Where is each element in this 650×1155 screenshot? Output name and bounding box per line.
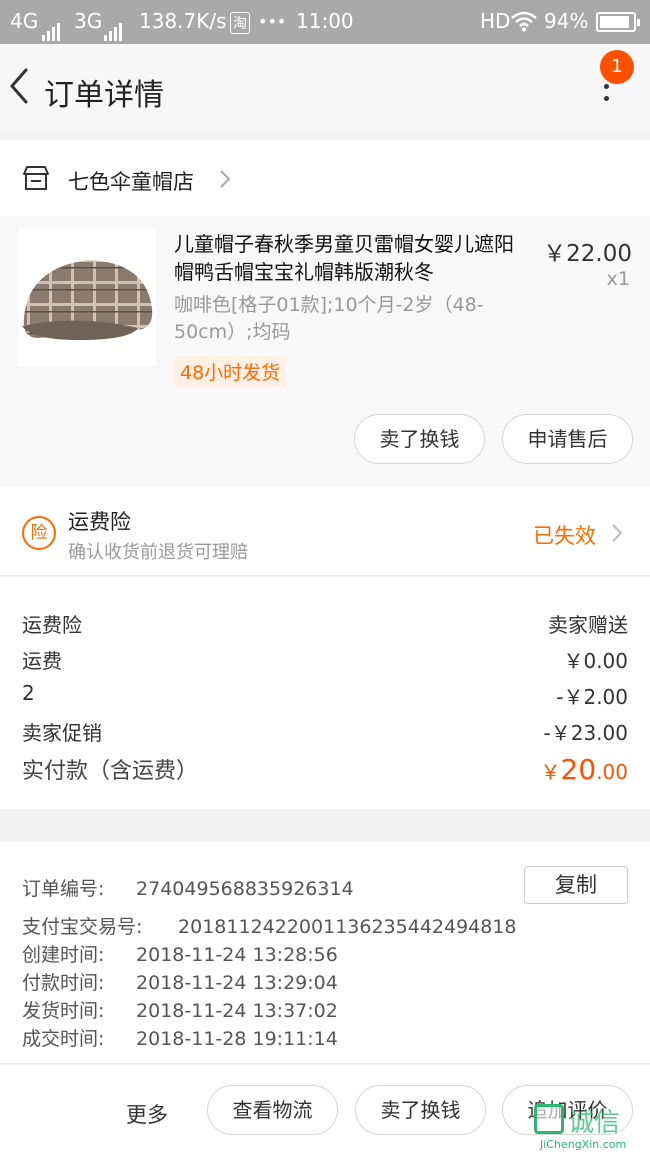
meta-label: 成交时间:	[22, 1028, 105, 1050]
fee-label: 运费	[22, 649, 62, 673]
fee-summary: 运费险 卖家赠送 运费 ￥0.00 2 -￥2.00 卖家促销 -￥23.00 …	[0, 577, 650, 809]
network-type-secondary: 3G	[74, 9, 103, 33]
insurance-status: 已失效	[533, 524, 596, 548]
fee-value: ￥0.00	[563, 649, 628, 673]
paid-label: 实付款（含运费）	[22, 759, 199, 784]
fee-value: 卖家赠送	[548, 613, 628, 637]
page-title: 订单详情	[44, 78, 164, 113]
product-card[interactable]: 儿童帽子春秋季男童贝雷帽女婴儿遮阳帽鸭舌帽宝宝礼帽韩版潮秋冬 ￥22.00 x1…	[0, 216, 650, 484]
meta-label: 付款时间:	[22, 972, 105, 994]
fee-label: 2	[22, 681, 35, 705]
store-row[interactable]: 七色伞童帽店	[0, 140, 650, 216]
product-quantity: x1	[606, 268, 630, 290]
fee-label: 卖家促销	[22, 721, 102, 745]
created-time-row: 创建时间: 2018-11-24 13:28:56	[22, 940, 338, 967]
product-price: ￥22.00	[543, 241, 632, 267]
more-button[interactable]: 更多	[126, 1099, 168, 1129]
store-name: 七色伞童帽店	[68, 170, 194, 194]
shipping-tag: 48小时发货	[174, 356, 287, 387]
order-number[interactable]: 274049568835926314	[136, 878, 354, 900]
more-notifications-icon: •••	[258, 12, 287, 31]
insurance-subtitle: 确认收货前退货可理赔	[68, 542, 248, 563]
meta-label: 创建时间:	[22, 944, 105, 966]
status-bar: 4G 3G 138.7K/s 淘 ••• 11:00 HD 94%	[0, 0, 650, 44]
battery-percent: 94%	[544, 9, 589, 33]
network-type: 4G	[10, 9, 39, 33]
wifi-icon	[510, 10, 538, 37]
shipping-insurance-row[interactable]: 险 运费险 确认收货前退货可理赔 已失效	[0, 486, 650, 576]
after-sale-button[interactable]: 申请售后	[502, 414, 633, 464]
fee-value: -￥23.00	[543, 721, 628, 745]
notification-badge: 1	[600, 50, 634, 84]
watermark-text: 诚信	[568, 1108, 621, 1138]
shipped-time-row: 发货时间: 2018-11-24 13:37:02	[22, 996, 338, 1023]
copy-button[interactable]: 复制	[524, 866, 628, 904]
watermark-url: JiChengXin.com	[540, 1138, 627, 1151]
battery-icon	[596, 12, 640, 32]
clock: 11:00	[296, 9, 354, 33]
meta-label: 订单编号:	[22, 878, 105, 900]
product-title[interactable]: 儿童帽子春秋季男童贝雷帽女婴儿遮阳帽鸭舌帽宝宝礼帽韩版潮秋冬	[174, 230, 529, 286]
watermark-icon	[534, 1104, 564, 1134]
view-logistics-button[interactable]: 查看物流	[207, 1085, 338, 1135]
resell-button[interactable]: 卖了换钱	[355, 1085, 486, 1135]
paid-time-row: 付款时间: 2018-11-24 13:29:04	[22, 968, 338, 995]
alipay-trade-row: 支付宝交易号: 2018112422001136235442494818	[22, 912, 517, 939]
chevron-right-icon	[610, 522, 624, 544]
resell-button[interactable]: 卖了换钱	[354, 414, 485, 464]
navigation-header: 订单详情 1	[0, 44, 650, 132]
meta-value: 2018-11-24 13:28:56	[136, 944, 338, 966]
fee-value: -￥2.00	[556, 685, 628, 709]
paid-amount-dec: .00	[596, 760, 628, 784]
meta-label: 发货时间:	[22, 1000, 105, 1022]
network-speed: 138.7K/s	[139, 9, 227, 33]
insurance-icon: 险	[22, 516, 56, 550]
order-info: 订单编号: 274049568835926314 复制 支付宝交易号: 2018…	[0, 842, 650, 1064]
paid-total-row: 实付款（含运费） ￥20.00	[22, 753, 628, 789]
meta-value: 2018-11-28 19:11:14	[136, 1028, 338, 1050]
product-image[interactable]	[18, 228, 156, 366]
watermark-logo: 诚信 JiChengXin.com	[534, 1104, 650, 1155]
alipay-trade-number: 2018112422001136235442494818	[178, 916, 517, 938]
completed-time-row: 成交时间: 2018-11-28 19:11:14	[22, 1024, 338, 1051]
currency-symbol: ￥	[540, 760, 561, 784]
fee-label: 运费险	[22, 613, 82, 637]
store-icon	[22, 165, 50, 191]
taobao-app-icon: 淘	[230, 12, 250, 34]
meta-value: 2018-11-24 13:29:04	[136, 972, 338, 994]
meta-value: 2018-11-24 13:37:02	[136, 1000, 338, 1022]
paid-amount-int: 20	[560, 753, 597, 786]
product-sku: 咖啡色[格子01款];10个月-2岁（48-50cm）;均码	[174, 294, 484, 343]
insurance-title: 运费险	[68, 510, 131, 534]
meta-label: 支付宝交易号:	[22, 916, 143, 938]
paid-amount: ￥20.00	[541, 753, 628, 786]
chevron-right-icon	[218, 168, 232, 190]
hd-indicator: HD	[480, 9, 511, 33]
order-number-row: 订单编号: 274049568835926314	[22, 874, 354, 901]
back-arrow-icon[interactable]	[4, 64, 40, 108]
